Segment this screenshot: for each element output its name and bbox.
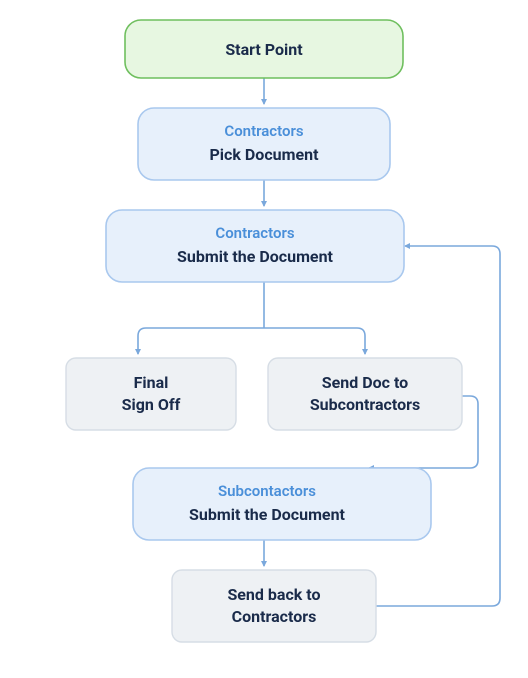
node-submit-contractor: Contractors Submit the Document bbox=[106, 210, 404, 282]
final-line2: Sign Off bbox=[122, 395, 181, 414]
start-label: Start Point bbox=[225, 40, 303, 59]
send-sub-line1: Send Doc to bbox=[322, 373, 408, 392]
flowchart: Start Point Contractors Pick Document Co… bbox=[0, 0, 528, 678]
pick-action: Pick Document bbox=[209, 145, 319, 164]
send-sub-line2: Subcontractors bbox=[310, 395, 420, 414]
node-send-subcontractors: Send Doc to Subcontractors bbox=[268, 358, 462, 430]
node-send-back: Send back to Contractors bbox=[172, 570, 376, 642]
node-pick-document: Contractors Pick Document bbox=[138, 108, 390, 180]
send-back-line2: Contractors bbox=[232, 607, 317, 626]
send-back-line1: Send back to bbox=[227, 585, 320, 604]
pick-role: Contractors bbox=[224, 122, 303, 140]
node-final-signoff: Final Sign Off bbox=[66, 358, 236, 430]
submit-contractor-role: Contractors bbox=[215, 224, 294, 242]
submit-sub-role: Subcontactors bbox=[218, 482, 316, 500]
node-submit-subcontractor: Subcontactors Submit the Document bbox=[133, 468, 431, 540]
final-line1: Final bbox=[134, 373, 169, 392]
submit-contractor-action: Submit the Document bbox=[177, 247, 333, 266]
node-start: Start Point bbox=[125, 20, 403, 78]
submit-sub-action: Submit the Document bbox=[189, 505, 345, 524]
